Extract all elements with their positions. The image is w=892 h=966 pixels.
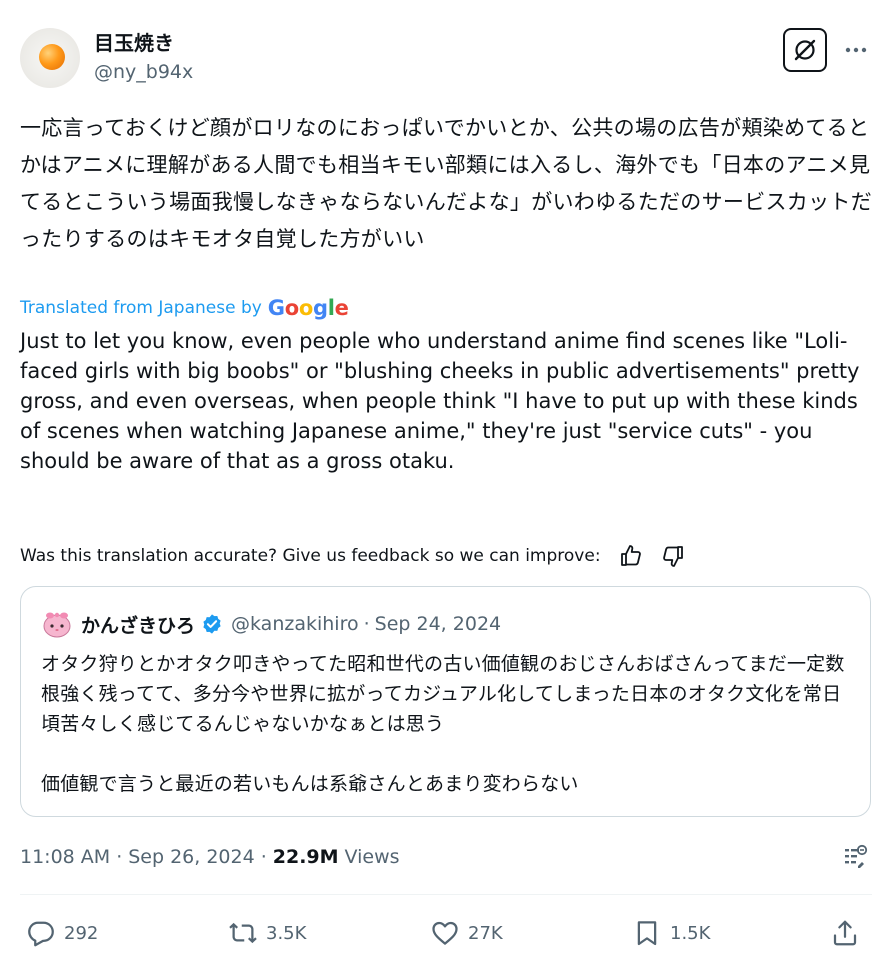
google-logo: Google bbox=[268, 296, 349, 320]
thumbs-down-icon bbox=[662, 546, 683, 567]
bookmark-button[interactable]: 1.5K bbox=[632, 914, 710, 952]
repost-button[interactable]: 3.5K bbox=[228, 914, 306, 952]
google-letter: l bbox=[327, 296, 335, 320]
tweet-header: 目玉焼き @ny_b94x bbox=[20, 26, 872, 90]
author-display-name[interactable]: 目玉焼き bbox=[94, 30, 174, 56]
quoted-author-avatar[interactable] bbox=[41, 608, 73, 640]
quoted-paragraph: 価値観で言うと最近の若いもんは系爺さんとあまり変わらない bbox=[41, 773, 579, 795]
quoted-paragraph: オタク狩りとかオタク叩きやってた昭和世代の古い価値観のおじさんおばさんってまだ一… bbox=[41, 653, 845, 735]
tweet-text: 一応言っておくけど顔がロリなのにおっぱいでかいとか、公共の場の広告が頬染めてると… bbox=[20, 116, 872, 251]
more-horizontal-icon bbox=[845, 47, 867, 53]
google-wordmark: Google bbox=[268, 296, 349, 320]
fried-egg-icon bbox=[39, 44, 65, 70]
google-letter: g bbox=[313, 296, 328, 320]
translated-text: Just to let you know, even people who un… bbox=[20, 329, 860, 473]
views-count: 22.9M bbox=[272, 846, 339, 868]
heart-icon bbox=[432, 921, 458, 945]
google-letter: e bbox=[334, 296, 349, 320]
verified-badge-icon bbox=[203, 614, 221, 634]
more-options-button[interactable] bbox=[840, 36, 872, 64]
tweet-time[interactable]: 11:08 AM bbox=[20, 846, 110, 868]
repost-count: 3.5K bbox=[266, 922, 307, 944]
views-label: Views bbox=[344, 846, 400, 868]
like-count: 27K bbox=[468, 922, 503, 944]
reply-button[interactable]: 292 bbox=[26, 914, 98, 952]
translate-analytics-button[interactable] bbox=[840, 842, 870, 872]
divider bbox=[20, 894, 872, 895]
google-letter: o bbox=[284, 296, 299, 320]
quoted-tweet-date: Sep 24, 2024 bbox=[374, 613, 502, 635]
bookmark-icon bbox=[637, 921, 657, 946]
meta-separator: · bbox=[260, 846, 267, 868]
quoted-tweet[interactable]: かんざきひろ @kanzakihiro · Sep 24, 2024 オタク狩り… bbox=[20, 586, 871, 817]
repost-icon bbox=[229, 922, 257, 944]
thumbs-up-button[interactable] bbox=[615, 540, 647, 572]
reply-icon bbox=[28, 921, 54, 947]
translation-attribution: Translated from Japanese by Google bbox=[20, 294, 349, 322]
meta-separator: · bbox=[116, 846, 123, 868]
share-icon bbox=[833, 920, 857, 946]
author-handle[interactable]: @ny_b94x bbox=[94, 60, 193, 84]
quoted-separator: · bbox=[363, 613, 370, 635]
pink-character-icon bbox=[43, 612, 71, 638]
thumbs-up-icon bbox=[620, 545, 641, 566]
quoted-author-handle: @kanzakihiro bbox=[231, 613, 359, 635]
google-letter: G bbox=[267, 296, 285, 320]
share-button[interactable] bbox=[830, 914, 860, 952]
like-button[interactable]: 27K bbox=[430, 914, 503, 952]
bookmark-count: 1.5K bbox=[670, 922, 711, 944]
reply-count: 292 bbox=[64, 922, 99, 944]
translation-feedback: Was this translation accurate? Give us f… bbox=[20, 540, 699, 572]
translated-label[interactable]: Translated from Japanese by bbox=[20, 298, 262, 318]
author-avatar[interactable] bbox=[20, 28, 80, 88]
google-letter: o bbox=[298, 296, 314, 320]
quoted-author-name: かんざきひろ bbox=[81, 614, 196, 637]
tweet-meta: 11:08 AM · Sep 26, 2024 · 22.9M Views bbox=[20, 842, 872, 872]
grok-button[interactable] bbox=[783, 28, 827, 72]
thumbs-down-button[interactable] bbox=[657, 540, 689, 572]
tweet-date[interactable]: Sep 26, 2024 bbox=[128, 846, 254, 868]
action-bar: 292 3.5K 27K 1.5K bbox=[20, 914, 872, 952]
quoted-tweet-header: かんざきひろ @kanzakihiro · Sep 24, 2024 bbox=[41, 608, 502, 640]
grok-icon bbox=[794, 39, 816, 61]
quoted-tweet-text: オタク狩りとかオタク叩きやってた昭和世代の古い価値観のおじさんおばさんってまだ一… bbox=[41, 649, 856, 799]
edit-history-icon bbox=[845, 844, 868, 868]
feedback-prompt: Was this translation accurate? Give us f… bbox=[20, 546, 601, 566]
